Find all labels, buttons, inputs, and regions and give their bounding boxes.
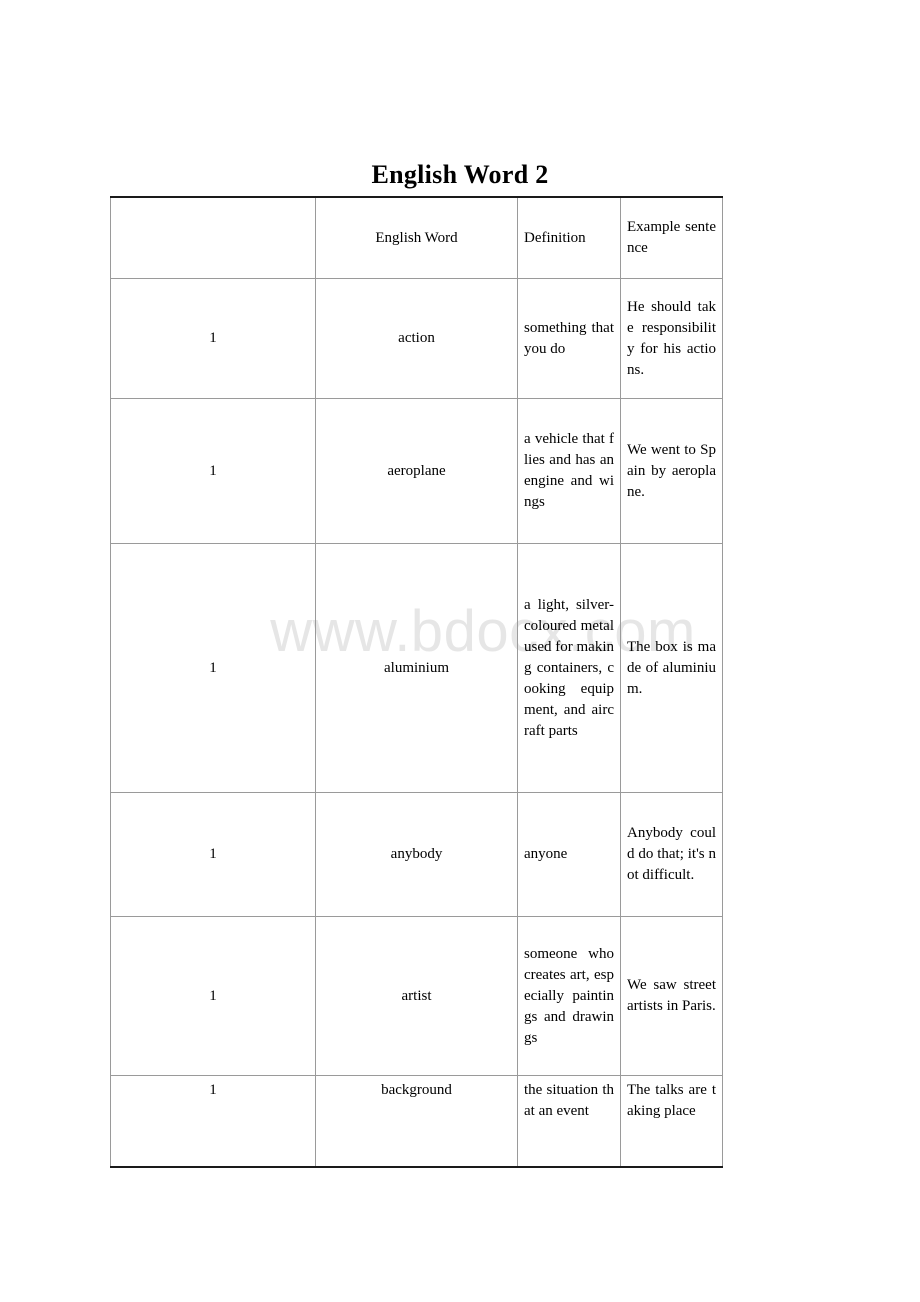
row-definition: something that you do [524, 319, 614, 357]
cell-word: aeroplane [315, 398, 518, 544]
cell-number: 1 [110, 278, 316, 399]
cell-definition: a vehicle that flies and has an engine a… [517, 398, 621, 544]
row-example: We went to Spain by aeroplane. [627, 441, 716, 500]
row-word: background [381, 1082, 452, 1098]
cell-example: The box is made of aluminium. [620, 543, 723, 793]
header-definition-label: Definition [524, 229, 586, 246]
row-definition: a vehicle that flies and has an engine a… [524, 431, 614, 510]
row-number: 1 [209, 462, 217, 479]
cell-word: background [315, 1075, 518, 1168]
row-definition: the situation that an event [524, 1082, 614, 1119]
row-example: He should take responsibility for his ac… [627, 298, 716, 378]
header-word-label: English Word [375, 229, 458, 246]
row-number: 1 [209, 330, 217, 346]
header-cell-definition: Definition [517, 196, 621, 279]
header-number-label [111, 234, 315, 242]
row-number: 1 [209, 846, 217, 862]
document-page: www.bdocx.com English Word 2 English Wor… [0, 0, 920, 1302]
table-row: 1 artist someone who creates art, especi… [110, 916, 723, 1076]
cell-example: The talks are taking place [620, 1075, 723, 1168]
cell-example: Anybody could do that; it's not difficul… [620, 792, 723, 917]
row-number: 1 [209, 1082, 217, 1098]
table-row: 1 anybody anyone Anybody could do that; … [110, 792, 723, 917]
header-cell-example: Example sentence [620, 196, 723, 279]
row-word: aeroplane [387, 462, 446, 479]
header-cell-number [110, 196, 316, 279]
cell-number: 1 [110, 543, 316, 793]
row-example: Anybody could do that; it's not difficul… [627, 825, 716, 883]
row-definition: someone who creates art, especially pain… [524, 945, 614, 1046]
table-row: 1 background the situation that an event… [110, 1075, 723, 1168]
row-definition: a light, silver-coloured metal used for … [524, 596, 614, 739]
row-definition: anyone [524, 846, 568, 862]
row-number: 1 [209, 659, 217, 676]
table-row: 1 action something that you do He should… [110, 278, 723, 399]
row-word: artist [401, 987, 432, 1004]
cell-example: He should take responsibility for his ac… [620, 278, 723, 399]
cell-definition: the situation that an event [517, 1075, 621, 1168]
row-word: anybody [390, 846, 443, 862]
header-cell-word: English Word [315, 196, 518, 279]
cell-word: aluminium [315, 543, 518, 793]
table-row: 1 aluminium a light, silver-coloured met… [110, 543, 723, 793]
english-word-table: English Word Definition Example sentence… [110, 196, 723, 1168]
row-number: 1 [209, 987, 217, 1004]
cell-definition: someone who creates art, especially pain… [517, 916, 621, 1076]
cell-definition: anyone [517, 792, 621, 917]
cell-word: anybody [315, 792, 518, 917]
cell-example: We saw street artists in Paris. [620, 916, 723, 1076]
cell-definition: something that you do [517, 278, 621, 399]
row-example: We saw street artists in Paris. [627, 977, 716, 1014]
row-example: The talks are taking place [627, 1082, 716, 1119]
cell-number: 1 [110, 398, 316, 544]
row-example: The box is made of aluminium. [627, 638, 716, 697]
cell-definition: a light, silver-coloured metal used for … [517, 543, 621, 793]
row-word: action [398, 330, 435, 346]
cell-number: 1 [110, 792, 316, 917]
header-example-label: Example sentence [627, 219, 716, 256]
page-title: English Word 2 [371, 160, 549, 190]
table-row: 1 aeroplane a vehicle that flies and has… [110, 398, 723, 544]
cell-word: action [315, 278, 518, 399]
cell-word: artist [315, 916, 518, 1076]
row-word: aluminium [384, 659, 449, 676]
cell-number: 1 [110, 916, 316, 1076]
table-header-row: English Word Definition Example sentence [110, 196, 723, 279]
cell-example: We went to Spain by aeroplane. [620, 398, 723, 544]
cell-number: 1 [110, 1075, 316, 1168]
